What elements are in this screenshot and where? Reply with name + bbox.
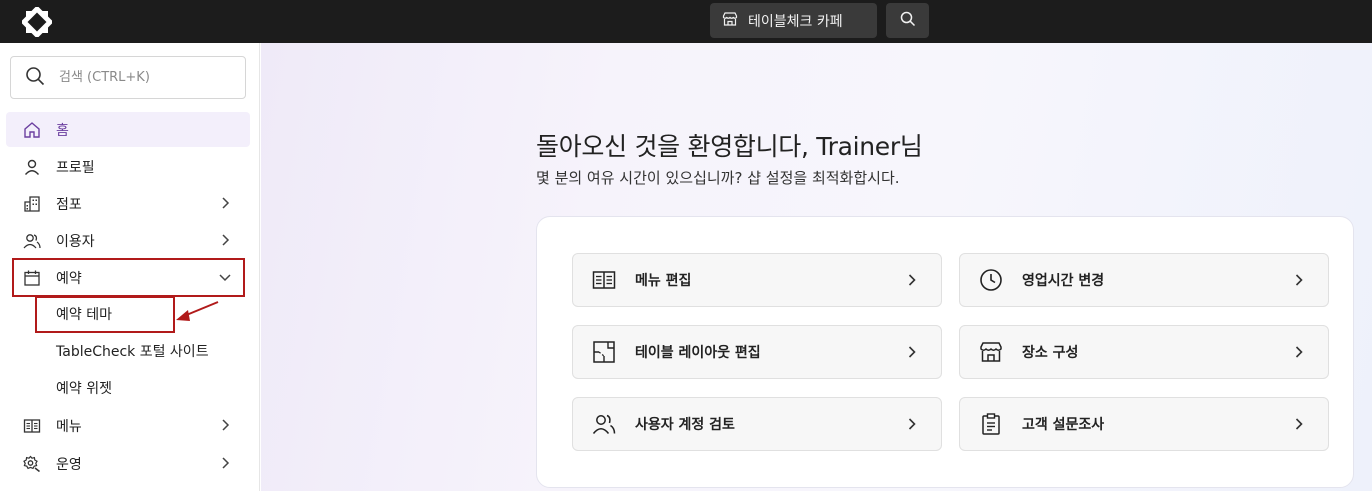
sidebar-search[interactable]: [10, 56, 246, 99]
sidebar-item-label: 이용자: [56, 233, 95, 250]
quick-actions-panel: 메뉴 편집 영업시간 변경 테이블 레이아웃 편집 장소 구성 사용자 계정 검…: [536, 216, 1354, 488]
sidebar-item-stores[interactable]: 점포: [6, 186, 250, 221]
users-icon: [591, 411, 617, 437]
store-selector-button[interactable]: 테이블체크 카페: [710, 3, 877, 38]
card-label: 고객 설문조사: [1022, 417, 1105, 433]
sidebar: 홈 프로필 점포 이용자 예약: [0, 43, 260, 491]
annotation-highlight-reservations: [12, 258, 245, 297]
top-bar: 테이블체크 카페: [0, 0, 1372, 43]
annotation-highlight-reservation-theme: [35, 296, 175, 333]
card-label: 사용자 계정 검토: [635, 417, 735, 433]
sidebar-item-label: 프로필: [56, 159, 95, 176]
card-edit-menu[interactable]: 메뉴 편집: [572, 253, 942, 307]
sidebar-item-label: 홈: [56, 122, 69, 139]
clipboard-icon: [978, 411, 1004, 437]
chevron-right-icon: [218, 233, 232, 247]
chevron-right-icon: [905, 345, 919, 359]
tablecheck-logo-icon[interactable]: [20, 5, 54, 39]
sidebar-item-label: 메뉴: [56, 418, 82, 435]
card-review-user-accounts[interactable]: 사용자 계정 검토: [572, 397, 942, 451]
welcome-heading: 돌아오신 것을 환영합니다, Trainer님: [536, 132, 923, 161]
global-search-button[interactable]: [886, 3, 929, 38]
floor-layout-icon: [591, 339, 617, 365]
sidebar-subitem-reservation-widget[interactable]: 예약 위젯: [56, 373, 112, 403]
search-icon: [900, 11, 916, 31]
chevron-right-icon: [218, 418, 232, 432]
chevron-right-icon: [218, 456, 232, 470]
clock-icon: [978, 267, 1004, 293]
chevron-right-icon: [218, 196, 232, 210]
sidebar-item-operations[interactable]: 운영: [6, 446, 250, 481]
card-label: 장소 구성: [1022, 345, 1079, 361]
chevron-right-icon: [1292, 273, 1306, 287]
card-label: 테이블 레이아웃 편집: [635, 345, 761, 361]
operations-gear-icon: [22, 454, 42, 474]
card-edit-table-layout[interactable]: 테이블 레이아웃 편집: [572, 325, 942, 379]
sidebar-item-home[interactable]: 홈: [6, 112, 250, 147]
card-label: 영업시간 변경: [1022, 273, 1105, 289]
main-content: 돌아오신 것을 환영합니다, Trainer님 몇 분의 여유 시간이 있으십니…: [261, 43, 1372, 491]
sidebar-subitem-label: TableCheck 포털 사이트: [56, 344, 209, 360]
chevron-right-icon: [905, 273, 919, 287]
sidebar-item-label: 운영: [56, 456, 82, 473]
home-icon: [22, 120, 42, 140]
card-change-hours[interactable]: 영업시간 변경: [959, 253, 1329, 307]
sidebar-item-users[interactable]: 이용자: [6, 223, 250, 258]
sidebar-search-input[interactable]: [59, 70, 219, 85]
building-icon: [22, 194, 42, 214]
sidebar-item-profile[interactable]: 프로필: [6, 149, 250, 184]
annotation-arrow-icon: [176, 301, 219, 321]
card-venue-setup[interactable]: 장소 구성: [959, 325, 1329, 379]
menu-book-icon: [22, 416, 42, 436]
chevron-right-icon: [1292, 345, 1306, 359]
store-name: 테이블체크 카페: [748, 13, 843, 30]
person-icon: [22, 157, 42, 177]
sidebar-subitem-tablecheck-portal[interactable]: TableCheck 포털 사이트: [56, 336, 209, 366]
sidebar-item-menu[interactable]: 메뉴: [6, 408, 250, 443]
storefront-icon: [978, 339, 1004, 365]
sidebar-item-label: 점포: [56, 196, 82, 213]
card-label: 메뉴 편집: [635, 273, 692, 289]
users-icon: [22, 231, 42, 251]
welcome-subtitle: 몇 분의 여유 시간이 있으십니까? 샵 설정을 최적화합시다.: [536, 169, 900, 187]
chevron-right-icon: [1292, 417, 1306, 431]
sidebar-subitem-label: 예약 위젯: [56, 381, 112, 397]
chevron-right-icon: [905, 417, 919, 431]
search-icon: [25, 66, 45, 90]
storefront-icon: [722, 11, 738, 31]
card-customer-survey[interactable]: 고객 설문조사: [959, 397, 1329, 451]
menu-book-icon: [591, 267, 617, 293]
